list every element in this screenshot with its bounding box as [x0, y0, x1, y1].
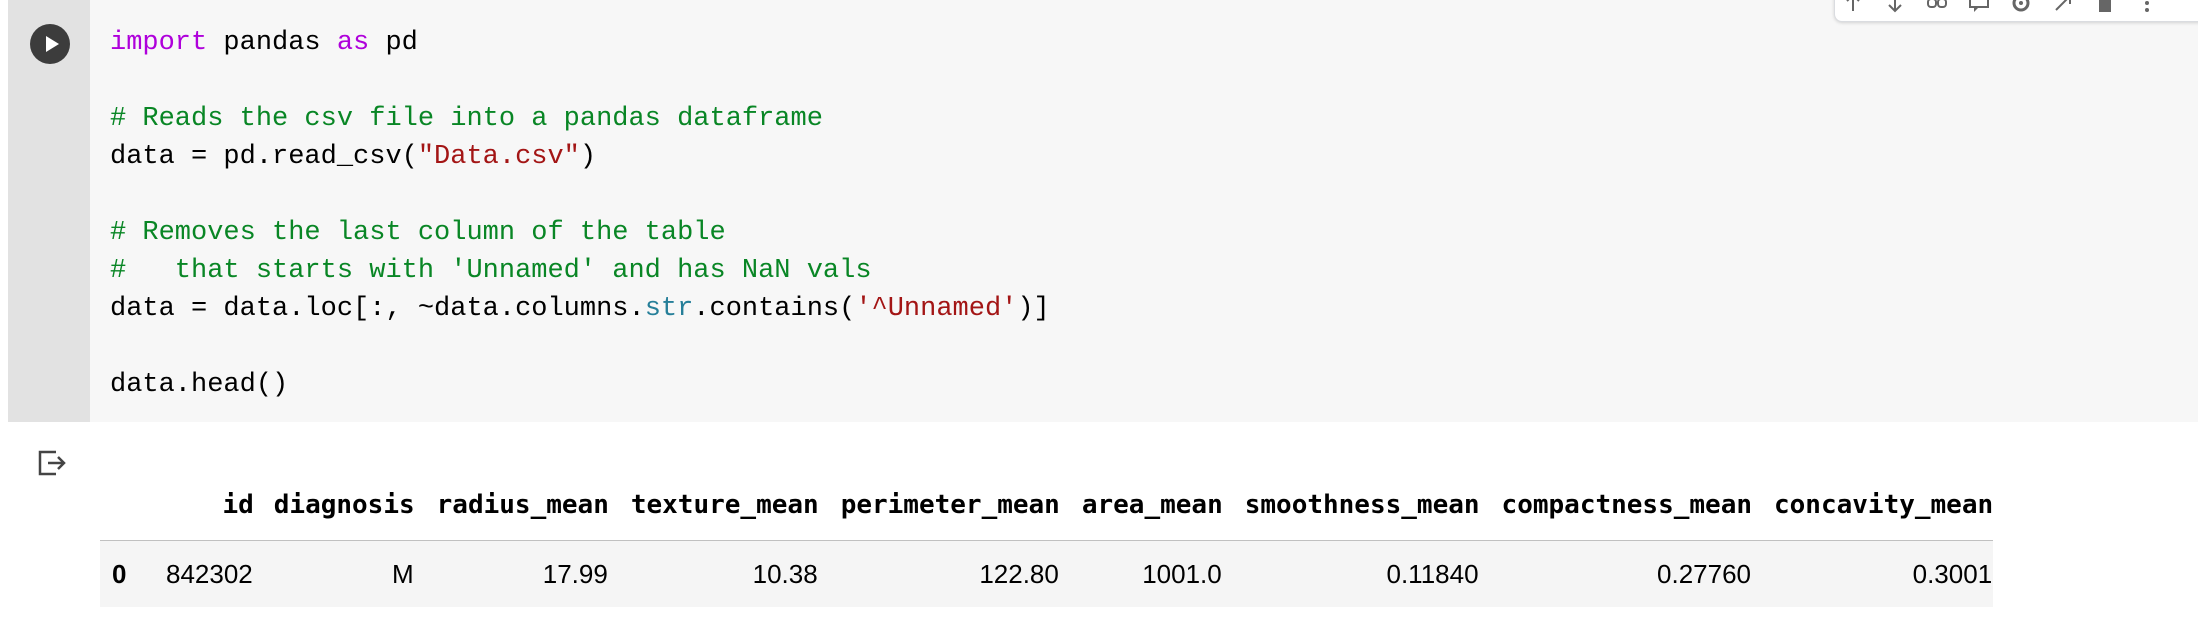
column-header: compactness_mean: [1501, 490, 1752, 520]
code-token: .contains(: [693, 294, 856, 324]
column-header: smoothness_mean: [1244, 490, 1480, 520]
code-token: data = data.loc[:, ~data.columns.: [110, 294, 645, 324]
code-token: '^Unnamed': [855, 294, 1018, 324]
column-header: texture_mean: [630, 490, 819, 520]
cell-gutter: [8, 0, 90, 422]
table-body: 0 842302 M 17.99 10.38 122.80 1001.0 0.11840 0.2…: [100, 540, 1994, 607]
code-line[interactable]: [110, 62, 1050, 100]
code-line[interactable]: data.head(): [110, 366, 1050, 404]
code-token: # Reads the csv file into a pandas dataf…: [110, 104, 823, 134]
play-icon: [46, 36, 59, 52]
table-cell: 0.3001: [1912, 558, 1993, 589]
table-cell: 10.38: [752, 558, 818, 589]
code-cell[interactable]: import pandas as pd # Reads the csv file …: [8, 0, 2198, 618]
table-header-row: id diagnosis radius_mean texture_mean perime…: [100, 470, 1994, 541]
code-token: pd: [369, 28, 418, 58]
code-line[interactable]: [110, 176, 1050, 214]
code-line[interactable]: import pandas as pd: [110, 24, 1050, 62]
code-token: data = pd.read_csv(: [110, 142, 418, 172]
code-token: import: [110, 28, 208, 58]
arrow-down-icon[interactable]: [1883, 0, 1907, 15]
table-cell: 17.99: [542, 558, 608, 589]
table-cell: 1001.0: [1142, 558, 1222, 589]
output-dataframe: id diagnosis radius_mean texture_mean perime…: [100, 470, 1994, 607]
table-cell: 842302: [166, 558, 253, 589]
code-line[interactable]: [110, 328, 1050, 366]
code-text[interactable]: import pandas as pd # Reads the csv file …: [110, 24, 1050, 404]
comment-icon[interactable]: [1967, 0, 1991, 15]
column-header: id: [222, 490, 254, 520]
gear-icon[interactable]: [2009, 0, 2033, 15]
code-line[interactable]: data = pd.read_csv("Data.csv"): [110, 138, 1050, 176]
column-header: [100, 470, 140, 541]
table-cell: 0.27760: [1657, 558, 1751, 589]
column-header: radius_mean: [436, 490, 609, 520]
code-token: pandas: [207, 28, 337, 58]
code-line[interactable]: # Reads the csv file into a pandas dataf…: [110, 100, 1050, 138]
cell-toolbar: [1834, 0, 2198, 22]
code-token: )]: [1017, 294, 1050, 324]
arrow-up-icon[interactable]: [1841, 0, 1865, 15]
link-icon[interactable]: [1925, 0, 1949, 15]
code-token: data.head(): [110, 370, 289, 400]
output-icon[interactable]: [36, 446, 70, 480]
column-header: perimeter_mean: [840, 490, 1060, 520]
row-index: 0: [112, 558, 127, 589]
table-cell: M: [391, 558, 414, 589]
code-token: as: [336, 28, 370, 58]
run-cell-button[interactable]: [30, 24, 70, 64]
open-tab-icon[interactable]: [2051, 0, 2075, 15]
code-token: # that starts with 'Unnamed' and has NaN…: [110, 256, 872, 286]
column-header: diagnosis: [273, 490, 415, 520]
code-token: # Removes the last column of the table: [110, 218, 726, 248]
code-token: ): [579, 142, 597, 172]
table-row: 0 842302 M 17.99 10.38 122.80 1001.0 0.11840 0.2…: [100, 540, 1994, 607]
code-line[interactable]: # Removes the last column of the table: [110, 214, 1050, 252]
more-icon[interactable]: [2135, 0, 2159, 15]
delete-icon[interactable]: [2093, 0, 2117, 15]
code-editor[interactable]: import pandas as pd # Reads the csv file …: [90, 0, 2198, 422]
table-cell: 122.80: [979, 558, 1059, 589]
column-header: concavity_mean: [1774, 490, 1994, 520]
code-line[interactable]: # that starts with 'Unnamed' and has NaN…: [110, 252, 1050, 290]
code-token: str: [644, 294, 694, 324]
column-header: area_mean: [1081, 490, 1223, 520]
table-cell: 0.11840: [1386, 558, 1479, 589]
code-line[interactable]: data = data.loc[:, ~data.columns.str.con…: [110, 290, 1050, 328]
code-token: "Data.csv": [417, 142, 580, 172]
